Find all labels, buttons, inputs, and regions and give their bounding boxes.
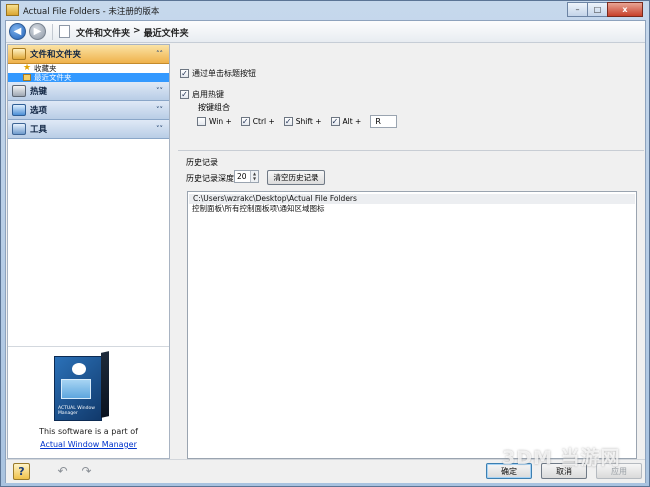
enable-hotkey-checkbox[interactable]: ✓ [180,90,189,99]
product-box-side [101,351,109,418]
history-depth-spinner[interactable]: 20 ▲ ▼ [234,170,259,183]
key-ctrl-option[interactable]: ✓ Ctrl + [240,117,275,126]
sidebar-item-favorites[interactable]: ★ 收藏夹 [8,63,169,74]
sidebar-section-options[interactable]: 选项 ˅˅ [8,101,169,120]
key-win-option[interactable]: Win + [197,117,232,126]
breadcrumb-page: 最近文件夹 [143,29,189,39]
sidebar-section-hotkeys[interactable]: 热键 ˅˅ [8,82,169,101]
options-icon [12,104,26,116]
spinner-arrows-icon[interactable]: ▲ ▼ [250,171,258,182]
sidebar-section-label: 工具 [30,125,48,135]
chevron-down-icon[interactable]: ˅˅ [156,106,163,114]
history-title: 历史记录 [186,158,218,167]
window-controls: – □ x [567,2,643,17]
product-box-front: ACTUAL Window Manager [54,356,102,421]
list-item[interactable]: 控制面板\所有控制面板项\通知区域图标 [188,204,636,214]
history-group: 历史记录 历史记录深度 20 ▲ ▼ 清空历史记录 C:\Users\wzrakc… [178,150,644,459]
window-title: Actual File Folders - 未注册的版本 [23,7,160,17]
back-button[interactable]: ◀ [9,23,26,40]
breadcrumb-separator: > [133,26,141,36]
product-box-title: ACTUAL Window Manager [58,406,95,416]
hotkey-combination: Win + ✓ Ctrl + ✓ Shift + ✓ Alt + R [197,115,398,128]
sidebar-item-label: 最近文件夹 [34,73,72,82]
promo-link[interactable]: Actual Window Manager [8,440,169,449]
enable-hotkey-option[interactable]: ✓ 启用热键 [180,89,224,100]
window-graphic-icon [61,379,91,399]
history-depth-label: 历史记录深度 [186,174,234,183]
sidebar: 文件和文件夹 ˄˄ ★ 收藏夹 最近文件夹 热键 ˅˅ 选项 ˅˅ 工具 ˅˅ … [7,44,170,459]
key-ctrl-label: Ctrl + [252,117,275,126]
app-folder-icon [6,4,19,16]
app-window: Actual File Folders - 未注册的版本 – □ x ◀ ▶ 文… [0,0,650,487]
chevron-up-icon[interactable]: ˄˄ [156,50,163,58]
keyboard-icon [12,85,26,97]
key-shift-checkbox[interactable]: ✓ [283,117,293,126]
single-click-label: 通过单击标题按钮 [192,69,256,78]
product-box-image: ACTUAL Window Manager [54,351,109,421]
hotkey-key-input[interactable]: R [370,115,398,128]
single-click-option[interactable]: ✓ 通过单击标题按钮 [180,68,256,79]
client-area: ◀ ▶ 文件和文件夹 > 最近文件夹 文件和文件夹 ˄˄ ★ 收藏夹 最近文件夹… [5,20,646,483]
breadcrumb: 文件和文件夹 > 最近文件夹 [76,26,189,39]
sidebar-section-label: 选项 [30,106,48,116]
history-depth-value: 20 [237,172,247,181]
key-alt-label: Alt + [342,117,362,126]
key-win-checkbox[interactable] [197,117,206,126]
key-shift-label: Shift + [295,117,322,126]
key-shift-option[interactable]: ✓ Shift + [283,117,322,126]
key-alt-checkbox[interactable]: ✓ [330,117,340,126]
hotkey-group-label: 按键组合 [198,103,230,112]
list-item[interactable]: C:\Users\wzrakc\Desktop\Actual File Fold… [189,194,635,204]
title-bar[interactable]: Actual File Folders - 未注册的版本 – □ x [1,1,649,20]
promo-panel: ACTUAL Window Manager This software is a… [8,346,169,458]
site-watermark: 3DM 当游网 [502,447,621,469]
close-button[interactable]: x [607,2,643,17]
history-list[interactable]: C:\Users\wzrakc\Desktop\Actual File Fold… [187,191,637,459]
navigation-bar: ◀ ▶ 文件和文件夹 > 最近文件夹 [6,21,645,43]
key-win-label: Win + [209,117,232,126]
nav-divider [52,24,53,40]
folder-icon [12,48,26,60]
clear-history-button[interactable]: 清空历史记录 [267,170,325,185]
chevron-down-icon[interactable]: ˅˅ [156,87,163,95]
main-panel: ✓ 通过单击标题按钮 ✓ 启用热键 按键组合 Win + ✓ Ctrl + ✓ [174,44,645,459]
sidebar-item-recent-folders[interactable]: 最近文件夹 [8,73,169,82]
maximize-button[interactable]: □ [587,2,608,17]
promo-text: This software is a part of [39,427,138,436]
breadcrumb-section[interactable]: 文件和文件夹 [76,26,130,39]
star-icon: ★ [23,63,32,73]
single-click-checkbox[interactable]: ✓ [180,69,189,78]
undo-icon[interactable]: ↶ [54,465,71,478]
key-alt-option[interactable]: ✓ Alt + [330,117,362,126]
sidebar-section-tools[interactable]: 工具 ˅˅ [8,120,169,139]
sidebar-section-label: 热键 [30,87,48,97]
sidebar-section-files-folders[interactable]: 文件和文件夹 ˄˄ [8,45,169,64]
key-ctrl-checkbox[interactable]: ✓ [240,117,250,126]
page-icon [59,25,70,38]
tools-icon [12,123,26,135]
help-button[interactable]: ? [13,463,30,480]
enable-hotkey-label: 启用热键 [192,90,224,99]
minimize-button[interactable]: – [567,2,588,17]
chevron-down-icon[interactable]: ˅˅ [156,125,163,133]
redo-icon[interactable]: ↷ [78,465,95,478]
recent-folder-icon [23,74,31,81]
sidebar-item-label: 收藏夹 [34,64,57,73]
product-logo-icon [72,363,86,375]
forward-button[interactable]: ▶ [29,23,46,40]
sidebar-section-label: 文件和文件夹 [30,50,82,60]
